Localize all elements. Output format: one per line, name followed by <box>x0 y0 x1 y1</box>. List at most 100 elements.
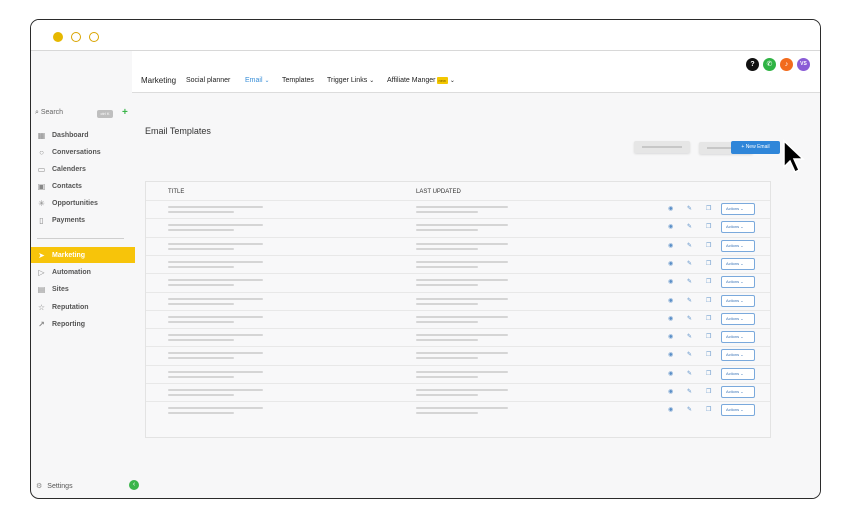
sidebar-item-payments[interactable]: ▯ Payments <box>37 213 133 227</box>
copy-icon[interactable]: ❐ <box>706 333 713 340</box>
table-row[interactable]: ◉ ✎ ❐ Actions ⌄ <box>146 346 770 364</box>
actions-dropdown[interactable]: Actions ⌄ <box>721 239 755 252</box>
window-close-dot[interactable] <box>53 32 63 42</box>
table-row[interactable]: ◉ ✎ ❐ Actions ⌄ <box>146 218 770 236</box>
window-maximize-dot[interactable] <box>89 32 99 42</box>
copy-icon[interactable]: ❐ <box>706 370 713 377</box>
edit-icon[interactable]: ✎ <box>687 223 694 230</box>
sidebar-search[interactable]: ⌕ Search <box>35 109 63 117</box>
edit-icon[interactable]: ✎ <box>687 406 694 413</box>
date-placeholder <box>416 206 508 208</box>
nav-affiliate-manager[interactable]: Affiliate Manger new ⌄ <box>387 77 455 84</box>
sidebar-item-opportunities[interactable]: ✳ Opportunities <box>37 196 133 210</box>
table-row[interactable]: ◉ ✎ ❐ Actions ⌄ <box>146 254 770 273</box>
sidebar-item-sites[interactable]: ▤ Sites <box>37 282 133 296</box>
actions-dropdown[interactable]: Actions ⌄ <box>721 367 755 380</box>
copy-icon[interactable]: ❐ <box>706 205 713 212</box>
copy-icon[interactable]: ❐ <box>706 223 713 230</box>
copy-icon[interactable]: ❐ <box>706 260 713 267</box>
copy-icon[interactable]: ❐ <box>706 242 713 249</box>
sidebar-item-calenders[interactable]: ▭ Calenders <box>37 162 133 176</box>
actions-dropdown[interactable]: Actions ⌄ <box>721 294 755 307</box>
table-row[interactable]: ◉ ✎ ❐ Actions ⌄ <box>146 200 770 218</box>
date-placeholder <box>416 407 508 410</box>
copy-icon[interactable]: ❐ <box>706 388 713 395</box>
edit-icon[interactable]: ✎ <box>687 205 694 212</box>
eye-icon[interactable]: ◉ <box>668 388 675 395</box>
edit-icon[interactable]: ✎ <box>687 297 694 304</box>
title-placeholder <box>168 339 234 342</box>
sidebar-item-marketing[interactable]: ➤ Marketing <box>31 247 135 263</box>
eye-icon[interactable]: ◉ <box>668 223 675 230</box>
table-row[interactable]: ◉ ✎ ❐ Actions ⌄ <box>146 309 770 328</box>
edit-icon[interactable]: ✎ <box>687 333 694 340</box>
copy-icon[interactable]: ❐ <box>706 351 713 358</box>
table-row[interactable]: ◉ ✎ ❐ Actions ⌄ <box>146 401 770 419</box>
collapse-sidebar-icon[interactable]: ‹ <box>129 480 139 490</box>
edit-icon[interactable]: ✎ <box>687 242 694 249</box>
actions-dropdown[interactable]: Actions ⌄ <box>721 203 755 215</box>
title-placeholder <box>168 315 263 318</box>
table-row[interactable]: ◉ ✎ ❐ Actions ⌄ <box>146 236 770 255</box>
eye-icon[interactable]: ◉ <box>668 370 675 377</box>
actions-dropdown[interactable]: Actions ⌄ <box>721 276 755 289</box>
actions-dropdown[interactable]: Actions ⌄ <box>721 331 755 344</box>
edit-icon[interactable]: ✎ <box>687 388 694 395</box>
table-row[interactable]: ◉ ✎ ❐ Actions ⌄ <box>146 364 770 383</box>
reporting-icon: ↗ <box>38 319 45 329</box>
avatar[interactable]: VS <box>797 58 810 71</box>
actions-dropdown[interactable]: Actions ⌄ <box>721 386 755 398</box>
sidebar-item-reporting[interactable]: ↗ Reporting <box>37 317 133 331</box>
help-icon[interactable]: ? <box>746 58 759 71</box>
sidebar-item-reputation[interactable]: ☆ Reputation <box>37 300 133 314</box>
actions-dropdown[interactable]: Actions ⌄ <box>721 349 755 362</box>
edit-icon[interactable]: ✎ <box>687 351 694 358</box>
gear-icon: ⚙ <box>36 483 43 490</box>
eye-icon[interactable]: ◉ <box>668 315 675 322</box>
actions-dropdown[interactable]: Actions ⌄ <box>721 257 755 270</box>
table-row[interactable]: ◉ ✎ ❐ Actions ⌄ <box>146 273 770 291</box>
copy-icon[interactable]: ❐ <box>706 278 713 285</box>
new-email-button[interactable]: + New Email <box>731 141 780 154</box>
eye-icon[interactable]: ◉ <box>668 406 675 413</box>
actions-dropdown[interactable]: Actions ⌄ <box>721 404 755 417</box>
eye-icon[interactable]: ◉ <box>668 205 675 212</box>
eye-icon[interactable]: ◉ <box>668 297 675 304</box>
eye-icon[interactable]: ◉ <box>668 278 675 285</box>
top-navigation: Marketing Social planner Email ⌄ Template… <box>132 51 820 93</box>
sidebar-item-conversations[interactable]: ○ Conversations <box>37 145 133 159</box>
nav-social-planner[interactable]: Social planner <box>186 77 230 84</box>
eye-icon[interactable]: ◉ <box>668 260 675 267</box>
copy-icon[interactable]: ❐ <box>706 406 713 413</box>
nav-trigger-links[interactable]: Trigger Links ⌄ <box>327 77 374 84</box>
sidebar-settings[interactable]: ⚙ Settings <box>36 482 73 491</box>
copy-icon[interactable]: ❐ <box>706 315 713 322</box>
edit-icon[interactable]: ✎ <box>687 370 694 377</box>
nav-email-label: Email <box>245 77 263 84</box>
nav-email[interactable]: Email ⌄ <box>245 77 270 84</box>
edit-icon[interactable]: ✎ <box>687 315 694 322</box>
table-row[interactable]: ◉ ✎ ❐ Actions ⌄ <box>146 383 770 401</box>
nav-affiliate-label: Affiliate Manger <box>387 77 436 84</box>
sidebar-item-dashboard[interactable]: ▦ Dashboard <box>37 128 133 142</box>
edit-icon[interactable]: ✎ <box>687 260 694 267</box>
placeholder-button-1[interactable] <box>634 141 690 153</box>
sidebar-item-automation[interactable]: ▷ Automation <box>37 265 133 279</box>
eye-icon[interactable]: ◉ <box>668 242 675 249</box>
nav-templates[interactable]: Templates <box>282 77 314 84</box>
notification-icon[interactable]: ♪ <box>780 58 793 71</box>
date-placeholder <box>416 284 478 287</box>
sidebar-item-contacts[interactable]: ▣ Contacts <box>37 179 133 193</box>
window-minimize-dot[interactable] <box>71 32 81 42</box>
copy-icon[interactable]: ❐ <box>706 297 713 304</box>
table-row[interactable]: ◉ ✎ ❐ Actions ⌄ <box>146 291 770 310</box>
new-badge: new <box>436 77 448 84</box>
eye-icon[interactable]: ◉ <box>668 333 675 340</box>
actions-dropdown[interactable]: Actions ⌄ <box>721 312 755 325</box>
phone-icon[interactable]: ✆ <box>763 58 776 71</box>
add-icon[interactable]: + <box>122 107 128 118</box>
edit-icon[interactable]: ✎ <box>687 278 694 285</box>
eye-icon[interactable]: ◉ <box>668 351 675 358</box>
actions-dropdown[interactable]: Actions ⌄ <box>721 221 755 234</box>
table-row[interactable]: ◉ ✎ ❐ Actions ⌄ <box>146 328 770 346</box>
